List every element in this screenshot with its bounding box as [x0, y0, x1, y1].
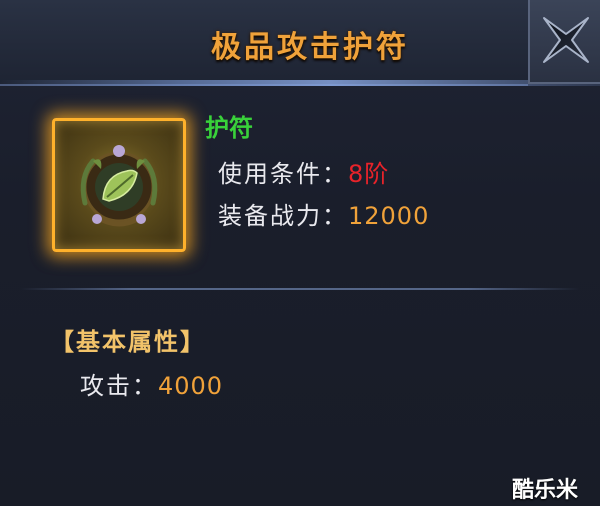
close-button[interactable] [528, 0, 600, 84]
requirement-value: 8阶 [348, 160, 390, 188]
attack-label: 攻击： [80, 372, 158, 400]
basic-attributes-title: 【基本属性】 [50, 328, 206, 356]
requirement-row: 使用条件：8阶 [218, 154, 389, 189]
panel-title: 极品攻击护符 [211, 30, 409, 65]
close-x-icon [543, 17, 589, 63]
item-icon-frame[interactable] [52, 118, 186, 252]
power-row: 装备战力：12000 [218, 196, 429, 231]
item-name: 护符 [205, 114, 253, 142]
requirement-label: 使用条件： [218, 160, 348, 188]
attack-row: 攻击：4000 [80, 366, 223, 401]
header-divider [0, 80, 600, 86]
attack-value: 4000 [158, 372, 224, 400]
section-divider [20, 288, 580, 290]
panel-header: 极品攻击护符 [0, 0, 528, 86]
leaf-amulet-icon [80, 145, 158, 227]
power-label: 装备战力： [218, 202, 348, 230]
watermark: 酷乐米 [512, 478, 579, 503]
power-value: 12000 [348, 202, 430, 230]
item-tooltip-panel: 极品攻击护符 护符 使用条件：8阶 装备战力：12000 【基本属性】 攻击：4… [0, 0, 600, 506]
